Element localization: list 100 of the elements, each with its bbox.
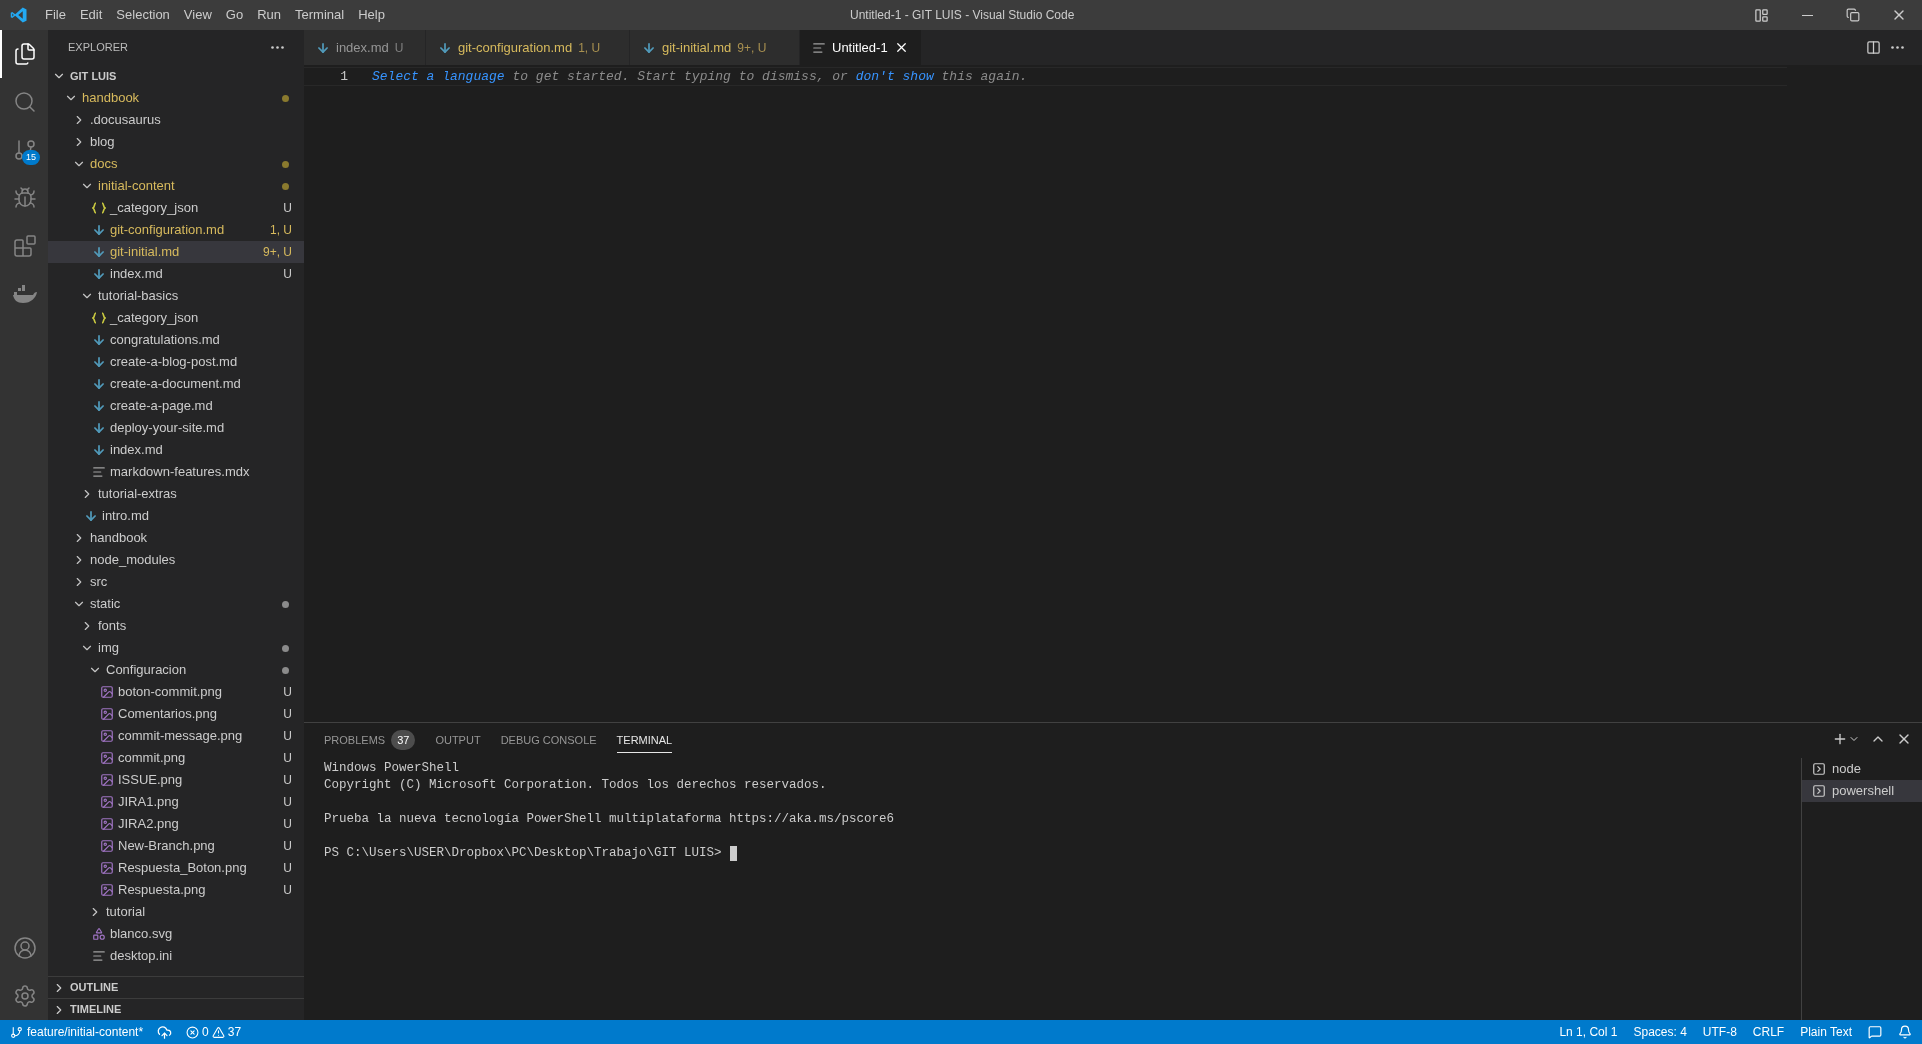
panel-tab[interactable]: DEBUG CONSOLE [500, 728, 597, 753]
tab-label: Untitled-1 [832, 38, 888, 57]
tree-row[interactable]: JIRA2.png U [48, 813, 304, 835]
item-label: JIRA1.png [118, 793, 180, 812]
terminal-item[interactable]: node [1802, 758, 1922, 780]
tree-row[interactable]: create-a-blog-post.md [48, 351, 304, 373]
item-label: .docusaurus [90, 111, 162, 130]
git-status: U [283, 860, 292, 877]
braces-icon [92, 312, 106, 324]
item-label: Respuesta_Boton.png [118, 859, 248, 878]
new-terminal-button[interactable] [1832, 731, 1860, 747]
tree-row[interactable]: desktop.ini [48, 945, 304, 967]
folder-header[interactable]: GIT LUIS [48, 65, 304, 87]
editor-hint: Select a language to get started. Start typing to dismiss, or don't show this again. [372, 67, 1028, 86]
panel-tab[interactable]: PROBLEMS 37 [324, 728, 416, 753]
git-status: 9+, U [263, 244, 292, 261]
menu-item[interactable]: View [176, 0, 219, 30]
panel-tab[interactable]: OUTPUT [435, 728, 481, 753]
menu-item[interactable]: Edit [72, 0, 110, 30]
tree-row[interactable]: _category_json [48, 307, 304, 329]
bell-icon[interactable] [1898, 1025, 1912, 1039]
editor-link[interactable]: Select a language [372, 68, 505, 84]
error-count[interactable]: 0 [202, 1023, 209, 1041]
folder-row[interactable]: .docusaurus [48, 109, 304, 131]
tree-row[interactable]: markdown-features.mdx [48, 461, 304, 483]
more-button[interactable] [1891, 46, 1904, 49]
tree-row[interactable]: index.md [48, 439, 304, 461]
folder-row[interactable]: tutorial [48, 901, 304, 923]
tree-row[interactable]: Respuesta_Boton.png U [48, 857, 304, 879]
item-label: commit-message.png [118, 727, 244, 746]
tree-row[interactable]: boton-commit.png U [48, 681, 304, 703]
tree-row[interactable]: ISSUE.png U [48, 769, 304, 791]
feedback-icon[interactable] [1868, 1025, 1882, 1039]
status-item[interactable]: Spaces: 4 [1633, 1023, 1687, 1041]
tree-row[interactable]: git-initial.md 9+, U [48, 241, 304, 263]
editor-link[interactable]: don't show [855, 68, 934, 84]
folder-row[interactable]: handbook [48, 87, 304, 109]
branch-icon [10, 1025, 23, 1039]
folder-row[interactable]: static [48, 593, 304, 615]
tree-row[interactable]: New-Branch.png U [48, 835, 304, 857]
folder-row[interactable]: tutorial-extras [48, 483, 304, 505]
arrow-down-icon [438, 40, 452, 55]
lines-icon [92, 465, 106, 479]
git-status: U [283, 728, 292, 745]
cloud-upload-icon[interactable] [157, 1024, 173, 1040]
warning-count[interactable]: 37 [227, 1023, 242, 1041]
section-title: OUTLINE [70, 980, 119, 996]
folder-row[interactable]: node_modules [48, 549, 304, 571]
tree-row[interactable]: commit.png U [48, 747, 304, 769]
folder-row[interactable]: img [48, 637, 304, 659]
lines-icon [92, 949, 106, 963]
more-button[interactable] [271, 46, 284, 49]
folder-row[interactable]: src [48, 571, 304, 593]
item-label: img [98, 639, 120, 658]
terminal-line: Windows PowerShell [324, 760, 460, 778]
folder-row[interactable]: initial-content [48, 175, 304, 197]
folder-row[interactable]: handbook [48, 527, 304, 549]
terminal-item[interactable]: powershell [1802, 780, 1922, 802]
tree-row[interactable]: intro.md [48, 505, 304, 527]
status-item[interactable]: UTF-8 [1702, 1023, 1737, 1041]
editor-tab[interactable]: git-initial.md 9+, U [630, 30, 800, 65]
tree-row[interactable]: create-a-document.md [48, 373, 304, 395]
panel-tab[interactable]: TERMINAL [616, 728, 673, 753]
menu-item[interactable]: Selection [109, 0, 177, 30]
folder-row[interactable]: tutorial-basics [48, 285, 304, 307]
menu-item[interactable]: File [38, 0, 73, 30]
menu-item[interactable]: Help [351, 0, 392, 30]
editor-tab[interactable]: Untitled-1 [800, 30, 922, 65]
activity-item[interactable]: 15 [0, 126, 48, 174]
tree-row[interactable]: Comentarios.png U [48, 703, 304, 725]
tree-row[interactable]: congratulations.md [48, 329, 304, 351]
tree-row[interactable]: commit-message.png U [48, 725, 304, 747]
tree-row[interactable]: git-configuration.md 1, U [48, 219, 304, 241]
bug-icon [13, 186, 37, 210]
git-status: U [283, 684, 292, 701]
status-item[interactable]: Ln 1, Col 1 [1559, 1023, 1618, 1041]
folder-row[interactable]: fonts [48, 615, 304, 637]
folder-row[interactable]: blog [48, 131, 304, 153]
tree-row[interactable]: blanco.svg [48, 923, 304, 945]
folder-row[interactable]: docs [48, 153, 304, 175]
status-item[interactable]: Plain Text [1800, 1023, 1852, 1041]
split-icon [1866, 40, 1881, 55]
status-item[interactable]: CRLF [1752, 1023, 1785, 1041]
tree-row[interactable]: _category_json U [48, 197, 304, 219]
folder-row[interactable]: Configuracion [48, 659, 304, 681]
split-editor-button[interactable] [1866, 40, 1881, 55]
tree-row[interactable]: index.md U [48, 263, 304, 285]
tree-row[interactable]: deploy-your-site.md [48, 417, 304, 439]
tree-row[interactable]: JIRA1.png U [48, 791, 304, 813]
section-header[interactable]: OUTLINE [48, 976, 304, 998]
menu-item[interactable]: Terminal [288, 0, 352, 30]
editor-tab[interactable]: git-configuration.md 1, U [426, 30, 630, 65]
menu-item[interactable]: Go [218, 0, 251, 30]
tree-row[interactable]: Respuesta.png U [48, 879, 304, 901]
menu-item[interactable]: Run [250, 0, 288, 30]
terminal-line: PS C:\Users\USER\Dropbox\PC\Desktop\Trabajo\GIT LUIS> [324, 845, 722, 863]
tree-row[interactable]: create-a-page.md [48, 395, 304, 417]
terminal-icon [1812, 784, 1826, 798]
editor-tab[interactable]: index.md U [304, 30, 426, 65]
branch-name[interactable]: feature/initial-content* [27, 1023, 144, 1041]
